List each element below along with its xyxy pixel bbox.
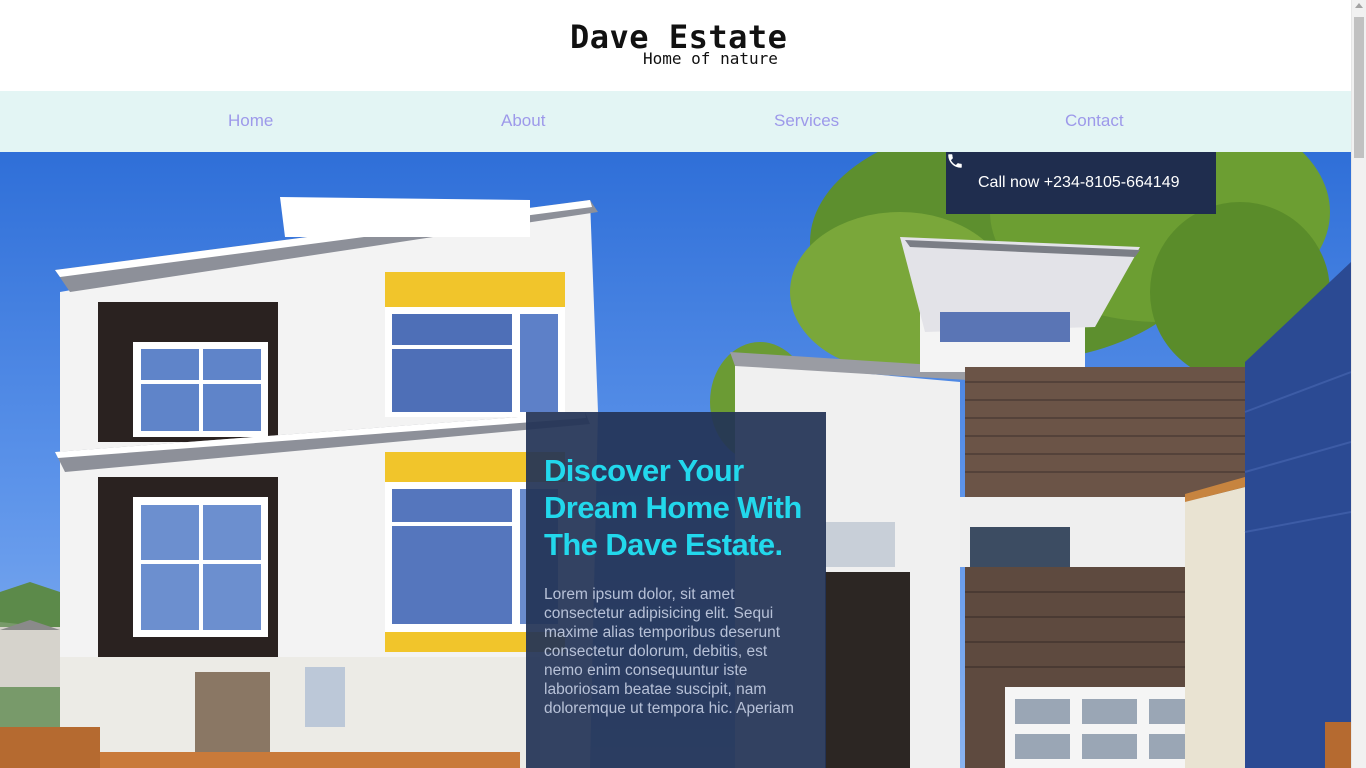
scroll-thumb[interactable]	[1354, 17, 1364, 158]
site-header: Dave Estate Home of nature	[0, 0, 1351, 91]
hero-text-card: Discover Your Dream Home With The Dave E…	[526, 412, 826, 768]
nav-link-services[interactable]: Services	[774, 111, 839, 131]
hero-body-text: Lorem ipsum dolor, sit amet consectetur …	[544, 586, 794, 717]
brand-tagline: Home of nature	[643, 49, 778, 68]
hero-heading: Discover Your Dream Home With The Dave E…	[544, 453, 802, 562]
nav-link-home[interactable]: Home	[228, 111, 273, 131]
call-now-text: Call now +234-8105-664149	[978, 174, 1180, 191]
nav-link-about[interactable]: About	[501, 111, 545, 131]
main-nav: Home About Services Contact	[0, 91, 1351, 152]
nav-link-contact[interactable]: Contact	[1065, 111, 1124, 131]
hero-section: Call now +234-8105-664149 Discover Your …	[0, 152, 1351, 768]
page-scrollbar[interactable]	[1351, 0, 1366, 768]
call-now-button[interactable]: Call now +234-8105-664149	[946, 152, 1216, 214]
phone-icon	[948, 154, 969, 192]
scroll-up-arrow-icon[interactable]	[1355, 3, 1363, 8]
